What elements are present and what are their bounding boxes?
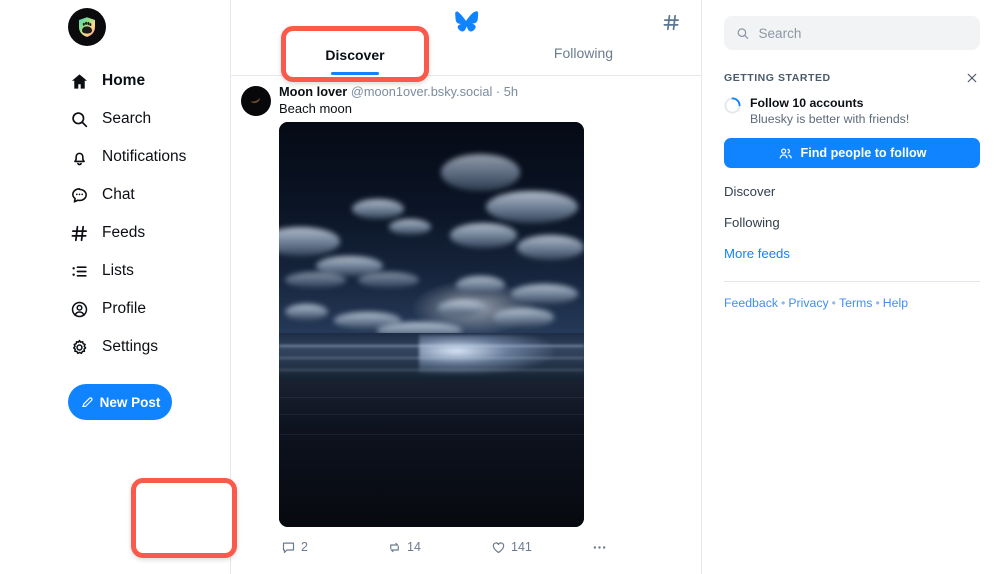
right-sidebar: GETTING STARTED Follow 10 accounts Blues… bbox=[702, 0, 1000, 574]
tab-discover[interactable]: Discover bbox=[231, 44, 466, 75]
footer-link-privacy[interactable]: Privacy bbox=[788, 296, 828, 310]
gear-icon bbox=[68, 336, 90, 358]
getting-started-task: Follow 10 accounts Bluesky is better wit… bbox=[724, 96, 980, 127]
account-avatar[interactable] bbox=[68, 8, 106, 46]
chevron-up-icon bbox=[180, 524, 197, 541]
search-input[interactable] bbox=[759, 26, 968, 41]
footer-separator-1: • bbox=[778, 296, 788, 310]
task-subtitle: Bluesky is better with friends! bbox=[750, 111, 909, 127]
reply-button[interactable]: 2 bbox=[281, 540, 387, 555]
getting-started-task-text: Follow 10 accounts Bluesky is better wit… bbox=[750, 96, 909, 127]
hashtag-icon bbox=[68, 222, 90, 244]
beach-sand bbox=[279, 381, 584, 527]
find-people-to-follow-button[interactable]: Find people to follow bbox=[724, 138, 980, 168]
right-feed-link-more-feeds[interactable]: More feeds bbox=[724, 246, 980, 261]
right-feed-link-following[interactable]: Following bbox=[724, 215, 980, 230]
crescent-moon-icon bbox=[249, 94, 261, 105]
right-feed-link-discover[interactable]: Discover bbox=[724, 184, 980, 199]
tab-following-label: Following bbox=[554, 45, 613, 61]
sidebar-label-profile: Profile bbox=[102, 301, 146, 317]
feed-column: Discover Following Moon lover @moon1over… bbox=[231, 0, 702, 574]
sidebar-label-chat: Chat bbox=[102, 187, 135, 203]
chat-bubble-icon bbox=[68, 184, 90, 206]
feeds-hashtag-button[interactable] bbox=[659, 10, 683, 34]
sidebar-label-notifications: Notifications bbox=[102, 149, 186, 165]
getting-started-header: GETTING STARTED bbox=[724, 70, 980, 86]
progress-ring-icon bbox=[724, 97, 741, 114]
post-image[interactable] bbox=[279, 122, 584, 527]
post-timestamp: 5h bbox=[504, 84, 518, 99]
footer-link-feedback[interactable]: Feedback bbox=[724, 296, 778, 310]
post-author-name[interactable]: Moon lover bbox=[279, 84, 347, 99]
bluesky-butterfly-logo bbox=[453, 11, 479, 33]
repost-count: 14 bbox=[407, 540, 421, 554]
new-post-label: New Post bbox=[100, 395, 161, 410]
close-icon[interactable] bbox=[964, 70, 980, 86]
home-icon bbox=[68, 70, 90, 92]
scroll-to-top-button[interactable] bbox=[166, 510, 210, 554]
sidebar-label-home: Home bbox=[102, 73, 145, 89]
like-button[interactable]: 141 bbox=[491, 540, 591, 555]
feed-tabs: Discover Following bbox=[231, 44, 701, 76]
sidebar-label-settings: Settings bbox=[102, 339, 158, 355]
person-circle-icon bbox=[68, 298, 90, 320]
reply-icon bbox=[281, 540, 296, 555]
sidebar-item-feeds[interactable]: Feeds bbox=[68, 214, 230, 252]
post-item[interactable]: Moon lover @moon1over.bsky.social · 5h B… bbox=[231, 76, 701, 560]
ellipsis-icon bbox=[591, 539, 608, 556]
new-posts-indicator-dot bbox=[196, 515, 205, 524]
bell-icon bbox=[68, 146, 90, 168]
post-action-bar: 2 14 141 bbox=[279, 534, 691, 560]
compose-icon bbox=[80, 395, 94, 409]
search-box[interactable] bbox=[724, 16, 980, 50]
like-count: 141 bbox=[511, 540, 532, 554]
post-author-avatar[interactable] bbox=[241, 86, 271, 116]
find-people-label: Find people to follow bbox=[801, 146, 927, 160]
sidebar-item-notifications[interactable]: Notifications bbox=[68, 138, 230, 176]
sidebar-item-settings[interactable]: Settings bbox=[68, 328, 230, 366]
post-meta: Moon lover @moon1over.bsky.social · 5h bbox=[279, 84, 691, 100]
feed-topbar bbox=[231, 0, 701, 44]
list-icon bbox=[68, 260, 90, 282]
sidebar-item-chat[interactable]: Chat bbox=[68, 176, 230, 214]
search-icon bbox=[736, 26, 750, 41]
post-author-handle[interactable]: @moon1over.bsky.social bbox=[351, 84, 493, 99]
tab-discover-label: Discover bbox=[319, 45, 378, 61]
heart-icon bbox=[491, 540, 506, 555]
footer-links: Feedback•Privacy•Terms•Help bbox=[724, 296, 980, 310]
sidebar-item-profile[interactable]: Profile bbox=[68, 290, 230, 328]
reply-count: 2 bbox=[301, 540, 308, 554]
sidebar-item-lists[interactable]: Lists bbox=[68, 252, 230, 290]
tab-following[interactable]: Following bbox=[466, 44, 701, 75]
left-sidebar: Home Search Notifications Chat Feeds bbox=[0, 0, 231, 574]
sidebar-item-search[interactable]: Search bbox=[68, 100, 230, 138]
sidebar-label-search: Search bbox=[102, 111, 151, 127]
search-icon bbox=[68, 108, 90, 130]
footer-link-terms[interactable]: Terms bbox=[839, 296, 872, 310]
bear-paw-shield-icon bbox=[74, 14, 100, 40]
repost-icon bbox=[387, 540, 402, 555]
repost-button[interactable]: 14 bbox=[387, 540, 491, 555]
sidebar-item-home[interactable]: Home bbox=[68, 62, 230, 100]
post-body: Moon lover @moon1over.bsky.social · 5h B… bbox=[279, 84, 691, 560]
sidebar-label-lists: Lists bbox=[102, 263, 134, 279]
post-more-options-button[interactable] bbox=[591, 539, 608, 556]
right-panel-divider bbox=[724, 281, 980, 282]
bluesky-app-window: Home Search Notifications Chat Feeds bbox=[0, 0, 1000, 574]
post-meta-separator: · bbox=[496, 84, 500, 99]
getting-started-title: GETTING STARTED bbox=[724, 72, 831, 84]
sidebar-label-feeds: Feeds bbox=[102, 225, 145, 241]
footer-link-help[interactable]: Help bbox=[883, 296, 908, 310]
task-title: Follow 10 accounts bbox=[750, 96, 909, 111]
new-post-button[interactable]: New Post bbox=[68, 384, 172, 420]
people-icon bbox=[778, 146, 793, 161]
hashtag-icon bbox=[662, 13, 681, 32]
footer-separator-3: • bbox=[872, 296, 882, 310]
footer-separator-2: • bbox=[829, 296, 839, 310]
post-text: Beach moon bbox=[279, 101, 691, 117]
